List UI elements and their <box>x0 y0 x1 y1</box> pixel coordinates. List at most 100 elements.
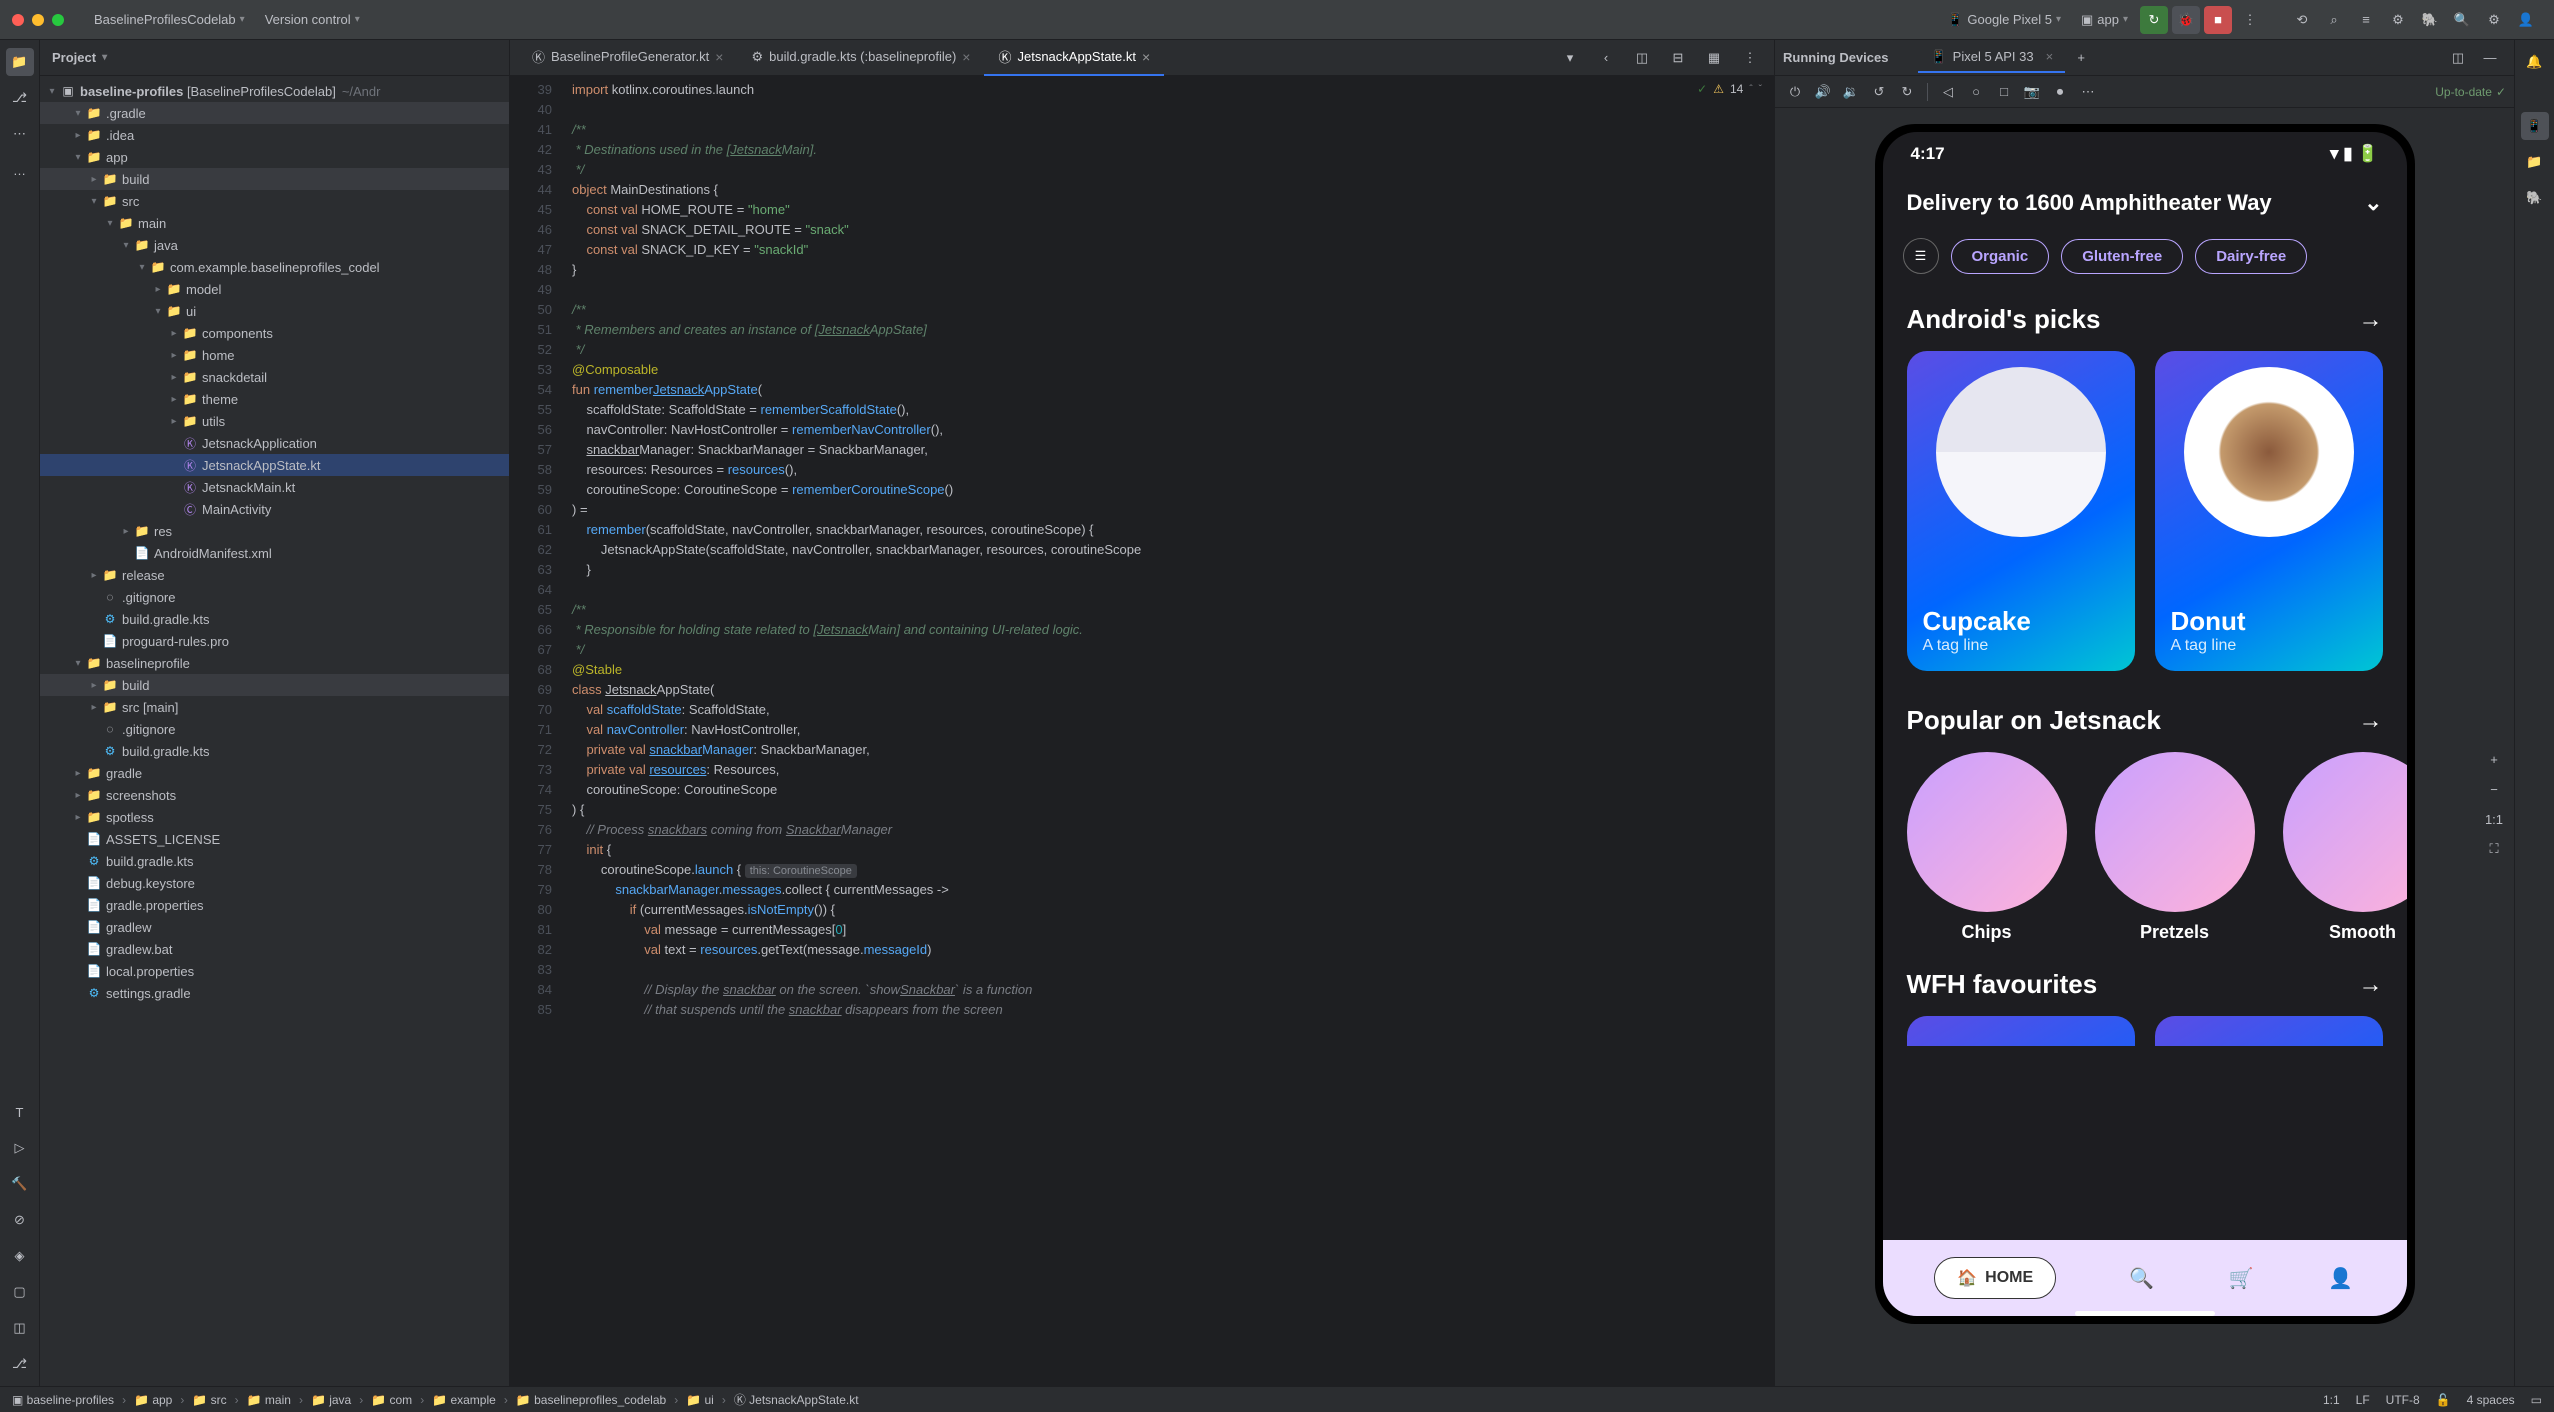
tree-item[interactable]: ▸📁model <box>40 278 509 300</box>
record-button[interactable]: ⏺ <box>2048 80 2072 104</box>
nav-home[interactable]: 🏠 HOME <box>1934 1257 2056 1299</box>
run-tool[interactable]: ▷ <box>6 1134 34 1162</box>
tree-item[interactable]: ▾📁.gradle <box>40 102 509 124</box>
terminal-tool[interactable]: ▢ <box>6 1278 34 1306</box>
extended-controls[interactable]: ⋯ <box>2076 80 2100 104</box>
notifications-button[interactable]: 🔔 <box>2521 48 2549 76</box>
tree-item[interactable]: 📄local.properties <box>40 960 509 982</box>
project-tree[interactable]: ▾ ▣ baseline-profiles [BaselineProfilesC… <box>40 76 509 1386</box>
tree-item[interactable]: ⚙build.gradle.kts <box>40 740 509 762</box>
volume-down[interactable]: 🔉 <box>1839 80 1863 104</box>
screenshot-button[interactable]: 📷 <box>2020 80 2044 104</box>
more-actions[interactable]: ⋮ <box>2236 6 2264 34</box>
split-down[interactable]: ⊟ <box>1664 44 1692 72</box>
tree-item[interactable]: 📄proguard-rules.pro <box>40 630 509 652</box>
snack-circle[interactable]: Smooth <box>2283 752 2407 943</box>
split-right[interactable]: ◫ <box>1628 44 1656 72</box>
problems-tool[interactable]: ⊘ <box>6 1206 34 1234</box>
snack-circle[interactable]: Pretzels <box>2095 752 2255 943</box>
tree-item[interactable]: 📄gradle.properties <box>40 894 509 916</box>
build-tool[interactable]: 🔨 <box>6 1170 34 1198</box>
todo-tool[interactable]: T <box>6 1098 34 1126</box>
tree-item[interactable]: ◌.gitignore <box>40 718 509 740</box>
services[interactable]: ⚙ <box>2384 6 2412 34</box>
tree-item[interactable]: ⚙build.gradle.kts <box>40 850 509 872</box>
avd-manager[interactable]: ⌕ <box>2320 6 2348 34</box>
tree-item[interactable]: ▸📁build <box>40 674 509 696</box>
zoom-in[interactable]: + <box>2482 747 2506 771</box>
editor-tab[interactable]: ⓀBaselineProfileGenerator.kt× <box>518 40 737 76</box>
breadcrumbs[interactable]: ▣ baseline-profiles›📁 app›📁 src›📁 main›📁… <box>12 1391 859 1408</box>
tree-item[interactable]: 📄debug.keystore <box>40 872 509 894</box>
rotate-left[interactable]: ↺ <box>1867 80 1891 104</box>
editor-tab[interactable]: ⚙build.gradle.kts (:baselineprofile)× <box>737 40 984 76</box>
filter-chip[interactable]: Organic <box>1951 239 2050 274</box>
zoom-out[interactable]: − <box>2482 777 2506 801</box>
profiler-tool[interactable]: ◈ <box>6 1242 34 1270</box>
vcs-dropdown[interactable]: Version control ▾ <box>255 8 370 31</box>
snack-card[interactable]: Cupcake A tag line <box>1907 351 2135 671</box>
device-tab[interactable]: 📱 Pixel 5 API 33 × <box>1918 43 2065 73</box>
tree-item[interactable]: ▾📁main <box>40 212 509 234</box>
panel-window[interactable]: ◫ <box>2444 44 2472 72</box>
tree-item[interactable]: ▸📁spotless <box>40 806 509 828</box>
arrow-right-icon[interactable]: → <box>2359 971 2383 999</box>
tree-item[interactable]: ▸📁release <box>40 564 509 586</box>
vcs-tool[interactable]: ⎇ <box>6 1350 34 1378</box>
zoom-fit[interactable]: 1:1 <box>2482 807 2506 831</box>
tree-item[interactable]: ⚙settings.gradle <box>40 982 509 1004</box>
device-selector[interactable]: 📱 Google Pixel 5 ▾ <box>1937 8 2071 32</box>
rotate-right[interactable]: ↻ <box>1895 80 1919 104</box>
caret-position[interactable]: 1:1 <box>2323 1393 2340 1407</box>
tree-item[interactable]: ⚙build.gradle.kts <box>40 608 509 630</box>
tree-item[interactable]: ▸📁.idea <box>40 124 509 146</box>
tree-item[interactable]: ▾📁baselineprofile <box>40 652 509 674</box>
overview-button[interactable]: □ <box>1992 80 2016 104</box>
code-editor[interactable]: ✓ ⚠14 ˆˇ 3940414243444546474849505152535… <box>510 76 1774 1386</box>
logcat-tool[interactable]: ◫ <box>6 1314 34 1342</box>
close-window[interactable] <box>12 14 24 26</box>
filter-icon[interactable]: ☰ <box>1903 238 1939 274</box>
tree-item[interactable]: ▾📁src <box>40 190 509 212</box>
add-device[interactable]: + <box>2067 44 2095 72</box>
minimize-window[interactable] <box>32 14 44 26</box>
tree-item[interactable]: ▸📁src [main] <box>40 696 509 718</box>
nav-cart[interactable]: 🛒 <box>2227 1264 2255 1292</box>
tree-item[interactable]: ▸📁res <box>40 520 509 542</box>
tree-item[interactable]: ▸📁build <box>40 168 509 190</box>
panel-minimize[interactable]: — <box>2476 44 2504 72</box>
stop-button[interactable]: ■ <box>2204 6 2232 34</box>
search-everywhere[interactable]: 🔍 <box>2448 6 2476 34</box>
tree-item[interactable]: ▸📁utils <box>40 410 509 432</box>
project-panel-header[interactable]: Project ▾ <box>40 40 509 76</box>
memory-indicator[interactable]: ▭ <box>2531 1393 2542 1407</box>
editor-more[interactable]: ⋮ <box>1736 44 1764 72</box>
tree-root[interactable]: ▾ ▣ baseline-profiles [BaselineProfilesC… <box>40 80 509 102</box>
project-dropdown[interactable]: BaselineProfilesCodelab ▾ <box>84 8 255 31</box>
home-button[interactable]: ○ <box>1964 80 1988 104</box>
editor-settings[interactable]: ▦ <box>1700 44 1728 72</box>
tree-item[interactable]: ▸📁gradle <box>40 762 509 784</box>
tree-item[interactable]: 📄ASSETS_LICENSE <box>40 828 509 850</box>
tree-item[interactable]: ⓀJetsnackMain.kt <box>40 476 509 498</box>
indent-settings[interactable]: 4 spaces <box>2467 1393 2515 1407</box>
tree-item[interactable]: ▾📁app <box>40 146 509 168</box>
power-button[interactable]: ⏻ <box>1783 80 1807 104</box>
arrow-right-icon[interactable]: → <box>2359 707 2383 735</box>
nav-profile[interactable]: 👤 <box>2327 1264 2355 1292</box>
filter-chip[interactable]: Gluten-free <box>2061 239 2183 274</box>
device-explorer-button[interactable]: 📁 <box>2521 148 2549 176</box>
account-button[interactable]: 👤 <box>2512 6 2540 34</box>
structure-tool-button[interactable]: ⋯ <box>6 120 34 148</box>
maximize-window[interactable] <box>52 14 64 26</box>
project-tool-button[interactable]: 📁 <box>6 48 34 76</box>
zoom-reset[interactable]: ⛶ <box>2482 837 2506 861</box>
tree-item[interactable]: 📄AndroidManifest.xml <box>40 542 509 564</box>
gradle-button[interactable]: 🐘 <box>2521 184 2549 212</box>
tree-item[interactable]: ▸📁screenshots <box>40 784 509 806</box>
volume-up[interactable]: 🔊 <box>1811 80 1835 104</box>
back-button[interactable]: ◁ <box>1936 80 1960 104</box>
run-button[interactable]: ↻ <box>2140 6 2168 34</box>
tree-item[interactable]: ▸📁theme <box>40 388 509 410</box>
tree-item[interactable]: ◌.gitignore <box>40 586 509 608</box>
